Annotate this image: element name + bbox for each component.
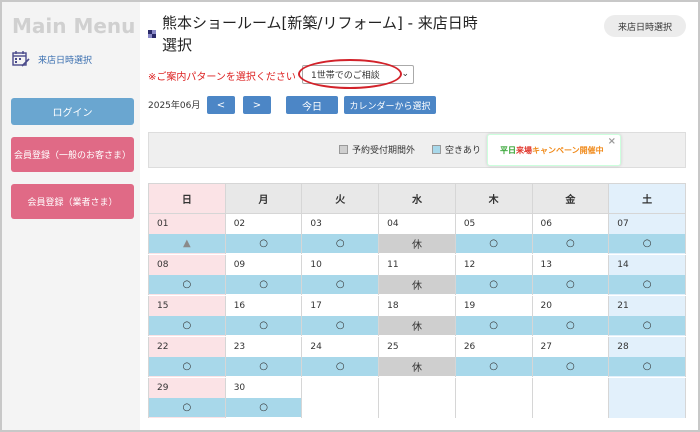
- window-border: [0, 0, 700, 432]
